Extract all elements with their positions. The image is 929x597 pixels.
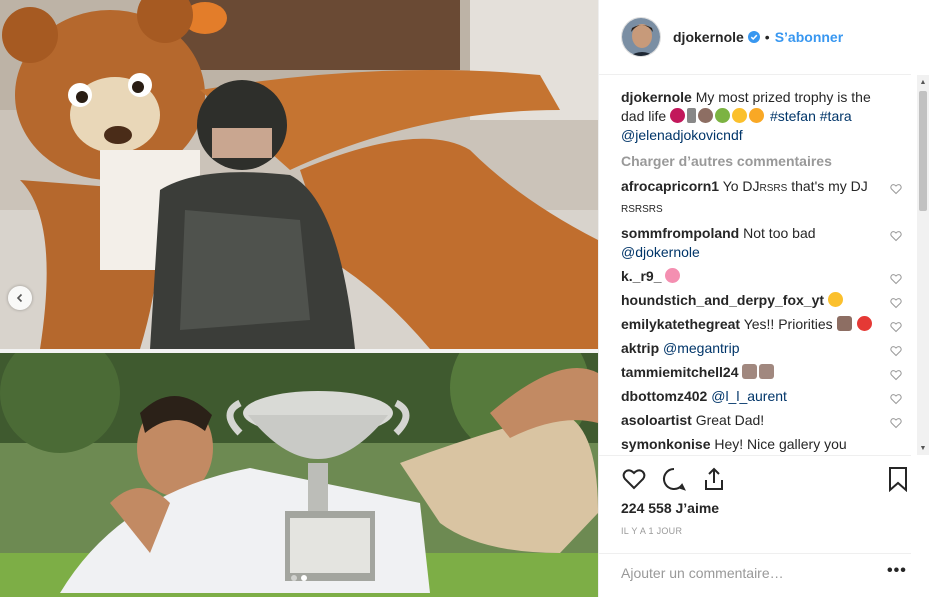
heart-icon[interactable] bbox=[890, 417, 902, 429]
list-item: houndstich_and_derpy_fox_yt bbox=[621, 291, 906, 310]
heart-eyes-emoji-icon bbox=[857, 316, 873, 331]
comment-username[interactable]: tammiemitchell24 bbox=[621, 364, 739, 380]
caption-username[interactable]: djokernole bbox=[621, 89, 692, 105]
add-comment-input[interactable] bbox=[621, 565, 861, 581]
comments-list[interactable]: djokernole My most prized trophy is the … bbox=[621, 88, 906, 455]
list-item: k._r9_ bbox=[621, 267, 906, 286]
heart-icon[interactable] bbox=[890, 393, 902, 405]
laughing-emoji-icon bbox=[827, 292, 843, 307]
verified-badge-icon bbox=[747, 31, 760, 43]
likes-count[interactable]: 224 558 J’aime bbox=[621, 500, 719, 516]
mention-link[interactable]: @djokernole bbox=[621, 244, 700, 260]
action-bar bbox=[621, 466, 911, 492]
comment-username[interactable]: aktrip bbox=[621, 340, 659, 356]
comment-username[interactable]: symonkonise bbox=[621, 436, 710, 452]
scroll-up-arrow-icon[interactable]: ▲ bbox=[917, 75, 929, 89]
comment-text: that's my DJ bbox=[791, 178, 868, 194]
follow-button[interactable]: S’abonner bbox=[775, 29, 843, 45]
post-actions-area: 224 558 J’aime IL Y A 1 JOUR ••• bbox=[599, 455, 911, 581]
comment-username[interactable]: emilykatethegreat bbox=[621, 316, 740, 332]
comment-username[interactable]: dbottomz402 bbox=[621, 388, 707, 404]
heart-icon[interactable] bbox=[890, 273, 902, 285]
bookmark-icon[interactable] bbox=[885, 466, 911, 492]
emoji-icon bbox=[698, 108, 714, 123]
flower-emoji-icon bbox=[665, 268, 681, 283]
heart-icon[interactable] bbox=[621, 466, 647, 492]
list-item: emilykatethegreat Yes!! Priorities bbox=[621, 315, 906, 334]
carousel-prev-button[interactable] bbox=[8, 286, 32, 310]
thumbs-up-emoji-icon bbox=[759, 364, 775, 379]
list-item: dbottomz402 @l_l_aurent bbox=[621, 387, 906, 406]
mention-link[interactable]: @l_l_aurent bbox=[711, 388, 787, 404]
list-item: symonkonise Hey! Nice gallery you bbox=[621, 435, 906, 454]
mention-link[interactable]: @jelenadjokovicndf bbox=[621, 127, 743, 143]
post-media[interactable] bbox=[0, 0, 598, 597]
carousel-dot-active bbox=[301, 575, 307, 581]
comment-username[interactable]: k._r9_ bbox=[621, 268, 661, 284]
comment-icon[interactable] bbox=[661, 466, 687, 492]
heart-icon[interactable] bbox=[890, 230, 902, 242]
carousel-dots bbox=[0, 575, 598, 581]
add-comment-row: ••• bbox=[599, 553, 911, 597]
list-item: afrocapricorn1 Yo DJRSRS that's my DJ RS… bbox=[621, 177, 906, 219]
thumbs-up-emoji-icon bbox=[742, 364, 758, 379]
list-item: asoloartist Great Dad! bbox=[621, 411, 906, 430]
praying-emoji-icon bbox=[836, 316, 852, 331]
hashtag-link[interactable]: #tara bbox=[820, 108, 852, 124]
heart-icon[interactable] bbox=[890, 321, 902, 333]
load-more-comments[interactable]: Charger d’autres commentaires bbox=[621, 153, 906, 169]
mention-link[interactable]: @megantrip bbox=[663, 340, 739, 356]
emoji-icon bbox=[670, 108, 686, 123]
photo-dad-costumes bbox=[0, 0, 598, 349]
comment-text: Great Dad! bbox=[695, 412, 765, 428]
comment-username[interactable]: sommfrompoland bbox=[621, 225, 739, 241]
share-icon[interactable] bbox=[701, 466, 727, 492]
photo-trophy bbox=[0, 353, 598, 597]
comment-username[interactable]: afrocapricorn1 bbox=[621, 178, 719, 194]
post-sidebar: djokernole • S’abonner djokernole My mos… bbox=[598, 0, 929, 597]
list-item: sommfrompoland Not too bad @djokernole bbox=[621, 224, 906, 262]
separator: • bbox=[764, 29, 770, 45]
scrollbar-thumb[interactable] bbox=[919, 91, 927, 211]
comments-scrollbar[interactable]: ▲ ▼ bbox=[917, 75, 929, 455]
comment-text: Yes!! Priorities bbox=[743, 316, 833, 332]
heart-icon[interactable] bbox=[890, 345, 902, 357]
chevron-left-icon bbox=[16, 293, 23, 303]
carousel-dot bbox=[291, 575, 297, 581]
emoji-icon bbox=[749, 108, 765, 123]
emoji-icon bbox=[732, 108, 748, 123]
emoji-icon bbox=[715, 108, 731, 123]
heart-icon[interactable] bbox=[890, 369, 902, 381]
comment-text: RSRS bbox=[759, 183, 788, 194]
heart-icon[interactable] bbox=[890, 183, 902, 195]
comment-username[interactable]: houndstich_and_derpy_fox_yt bbox=[621, 292, 824, 308]
emoji-icon bbox=[687, 108, 697, 123]
list-item: aktrip @megantrip bbox=[621, 339, 906, 358]
username-link[interactable]: djokernole bbox=[673, 29, 744, 45]
post-header: djokernole • S’abonner bbox=[599, 0, 911, 75]
post-timestamp[interactable]: IL Y A 1 JOUR bbox=[621, 526, 682, 536]
hashtag-link[interactable]: #stefan bbox=[770, 108, 816, 124]
list-item: tammiemitchell24 bbox=[621, 363, 906, 382]
avatar[interactable] bbox=[621, 17, 661, 57]
more-options-button[interactable]: ••• bbox=[887, 562, 907, 580]
comment-text: Yo DJ bbox=[722, 178, 760, 194]
comment-text: RSRSRS bbox=[621, 204, 663, 215]
comment-username[interactable]: asoloartist bbox=[621, 412, 692, 428]
comment-text: Hey! Nice gallery you bbox=[714, 436, 847, 452]
post-caption: djokernole My most prized trophy is the … bbox=[621, 88, 906, 145]
scroll-down-arrow-icon[interactable]: ▼ bbox=[917, 441, 929, 455]
comment-text: Not too bad bbox=[743, 225, 816, 241]
heart-icon[interactable] bbox=[890, 297, 902, 309]
